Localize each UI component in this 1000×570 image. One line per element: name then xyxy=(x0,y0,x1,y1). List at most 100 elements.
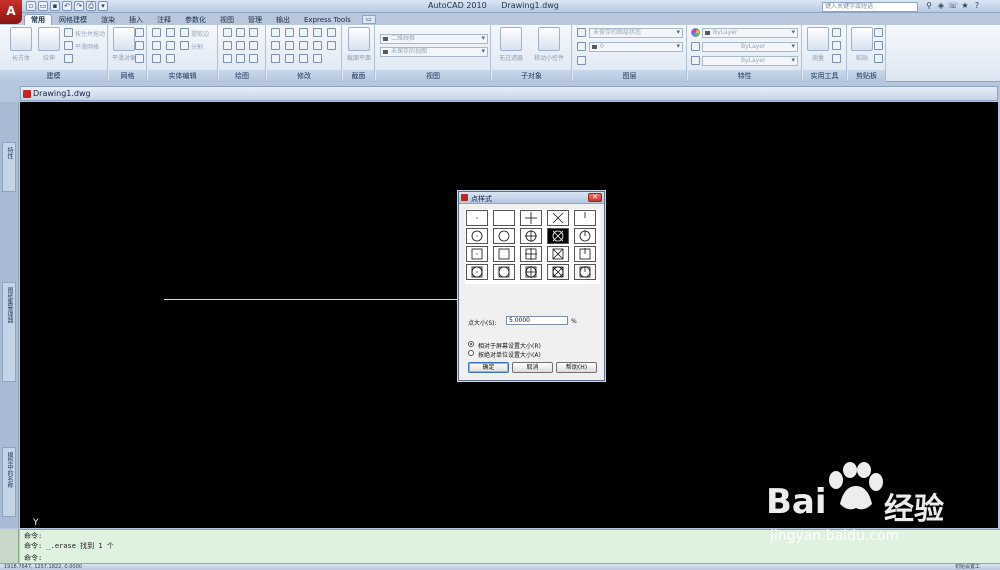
absolute-size-radio[interactable] xyxy=(468,350,474,356)
intersect-icon[interactable] xyxy=(152,54,161,63)
chamfer-icon[interactable] xyxy=(327,41,336,50)
utility-icon-2[interactable] xyxy=(832,41,841,50)
command-prompt[interactable]: 命令: xyxy=(24,553,42,563)
union-icon[interactable] xyxy=(64,54,73,63)
tab-view[interactable]: 视图 xyxy=(213,14,241,25)
extract-edges-icon[interactable] xyxy=(180,28,189,37)
initial-setup-label[interactable]: 初始设置工 xyxy=(955,564,980,570)
palette-tab-properties[interactable]: 特性 xyxy=(2,142,16,192)
mesh-tool-icon-3[interactable] xyxy=(135,54,144,63)
point-style-dot-square[interactable] xyxy=(466,246,488,262)
linetype-icon[interactable] xyxy=(691,42,700,51)
visual-style-combo[interactable]: 二维线框 xyxy=(380,34,488,44)
solid-tool-icon-1[interactable] xyxy=(166,28,175,37)
spline-icon[interactable] xyxy=(249,28,258,37)
drawn-line[interactable] xyxy=(164,299,462,300)
print-icon[interactable]: ⎙ xyxy=(86,1,96,11)
offset-icon[interactable] xyxy=(271,54,280,63)
star-icon[interactable]: ★ xyxy=(960,1,970,11)
polygon-icon[interactable] xyxy=(223,54,232,63)
match-properties-icon[interactable] xyxy=(874,54,883,63)
measure-icon[interactable] xyxy=(807,27,829,51)
panel-label-draw[interactable]: 绘图 xyxy=(219,70,265,82)
smooth-object-icon[interactable] xyxy=(113,27,135,51)
utility-icon-3[interactable] xyxy=(832,54,841,63)
fillet-icon[interactable] xyxy=(313,41,322,50)
mirror-icon[interactable] xyxy=(313,28,322,37)
save-icon[interactable]: ▪ xyxy=(50,1,60,11)
undo-icon[interactable]: ↶ xyxy=(62,1,72,11)
tab-home[interactable]: 常用 xyxy=(24,14,52,25)
palette-tab-model-names[interactable]: 模型中的名称 xyxy=(2,447,16,517)
mesh-tool-icon-2[interactable] xyxy=(135,41,144,50)
panel-label-mesh[interactable]: 网格 xyxy=(109,70,146,82)
array-icon[interactable] xyxy=(327,28,336,37)
point-style-blank-square[interactable] xyxy=(493,246,515,262)
point-style-blank-circle[interactable] xyxy=(493,228,515,244)
panel-label-properties[interactable]: 特性 xyxy=(688,70,801,82)
tab-insert[interactable]: 插入 xyxy=(122,14,150,25)
ok-button[interactable]: 确定 xyxy=(468,362,509,373)
mesh-tool-icon-1[interactable] xyxy=(135,28,144,37)
stretch-icon[interactable] xyxy=(271,41,280,50)
panel-label-layers[interactable]: 图层 xyxy=(573,70,686,82)
box-icon[interactable] xyxy=(10,27,32,51)
binoculars-icon[interactable]: ⚲ xyxy=(924,1,934,11)
help-icon[interactable]: ? xyxy=(972,1,982,11)
tab-mesh[interactable]: 网格建模 xyxy=(52,14,94,25)
paste-icon[interactable] xyxy=(851,27,873,51)
comm-center-icon[interactable]: ☏ xyxy=(948,1,958,11)
explode-icon[interactable] xyxy=(285,54,294,63)
erase-icon[interactable] xyxy=(313,54,322,63)
lineweight-combo[interactable]: ByLayer xyxy=(702,56,798,66)
point-style-plus-circle-square[interactable] xyxy=(520,264,542,280)
panel-label-clipboard[interactable]: 剪贴板 xyxy=(848,70,885,82)
panel-label-modify[interactable]: 修改 xyxy=(267,70,341,82)
copy-icon[interactable] xyxy=(299,28,308,37)
subscription-icon[interactable]: ◈ xyxy=(936,1,946,11)
panel-label-subobject[interactable]: 子对象 xyxy=(492,70,571,82)
tab-render[interactable]: 渲染 xyxy=(94,14,122,25)
search-input[interactable]: 键入关键字或短语 xyxy=(822,2,918,12)
rectangle-icon[interactable] xyxy=(236,54,245,63)
point-style-tick-circle-square[interactable] xyxy=(574,264,596,280)
palette-tab-sheet-set[interactable]: 图纸集管理器 xyxy=(2,282,16,382)
point-style-plus[interactable] xyxy=(520,210,542,226)
new-icon[interactable]: ▫ xyxy=(26,1,36,11)
command-line-handle[interactable] xyxy=(0,529,19,563)
point-style-tick-circle[interactable] xyxy=(574,228,596,244)
tab-parametric[interactable]: 参数化 xyxy=(178,14,213,25)
help-button[interactable]: 帮助(H) xyxy=(556,362,597,373)
color-wheel-icon[interactable] xyxy=(691,28,700,37)
point-style-dot[interactable] xyxy=(466,210,488,226)
panel-label-view[interactable]: 视图 xyxy=(376,70,490,82)
layer-combo[interactable]: 0 xyxy=(589,42,683,52)
scale-icon[interactable] xyxy=(285,41,294,50)
point-style-cross-circle[interactable] xyxy=(547,228,569,244)
point-size-input[interactable]: 5.0000 xyxy=(506,316,568,325)
dropdown-icon[interactable]: ▾ xyxy=(98,1,108,11)
presspull-icon[interactable] xyxy=(64,28,73,37)
named-view-combo[interactable]: 未保存的视图 xyxy=(380,47,488,57)
ribbon-minimize-button[interactable]: ▭ xyxy=(361,15,376,24)
close-button[interactable]: ✕ xyxy=(588,193,602,202)
section-plane-icon[interactable] xyxy=(348,27,370,51)
point-style-plus-square[interactable] xyxy=(520,246,542,262)
document-tab[interactable]: Drawing1.dwg xyxy=(20,86,998,101)
layer-bulb-icon[interactable] xyxy=(577,42,586,51)
polyline-icon[interactable] xyxy=(223,28,232,37)
coordinates-readout[interactable]: 1918.7647, 1257.1822, 0.0000 xyxy=(4,564,82,570)
point-style-plus-circle[interactable] xyxy=(520,228,542,244)
linetype-combo[interactable]: ByLayer xyxy=(702,42,798,52)
trim-icon[interactable] xyxy=(299,41,308,50)
layer-tool-icon[interactable] xyxy=(577,56,586,65)
relative-size-radio[interactable] xyxy=(468,341,474,347)
smooth-mesh-icon[interactable] xyxy=(64,41,73,50)
split-icon[interactable] xyxy=(180,41,189,50)
subtract-icon[interactable] xyxy=(152,41,161,50)
point-style-blank[interactable] xyxy=(493,210,515,226)
no-filter-icon[interactable] xyxy=(500,27,522,51)
layer-state-combo[interactable]: 未保存的图层状态 xyxy=(589,28,683,38)
dialog-title-bar[interactable]: 点样式 ✕ xyxy=(459,192,604,204)
point-style-cross[interactable] xyxy=(547,210,569,226)
